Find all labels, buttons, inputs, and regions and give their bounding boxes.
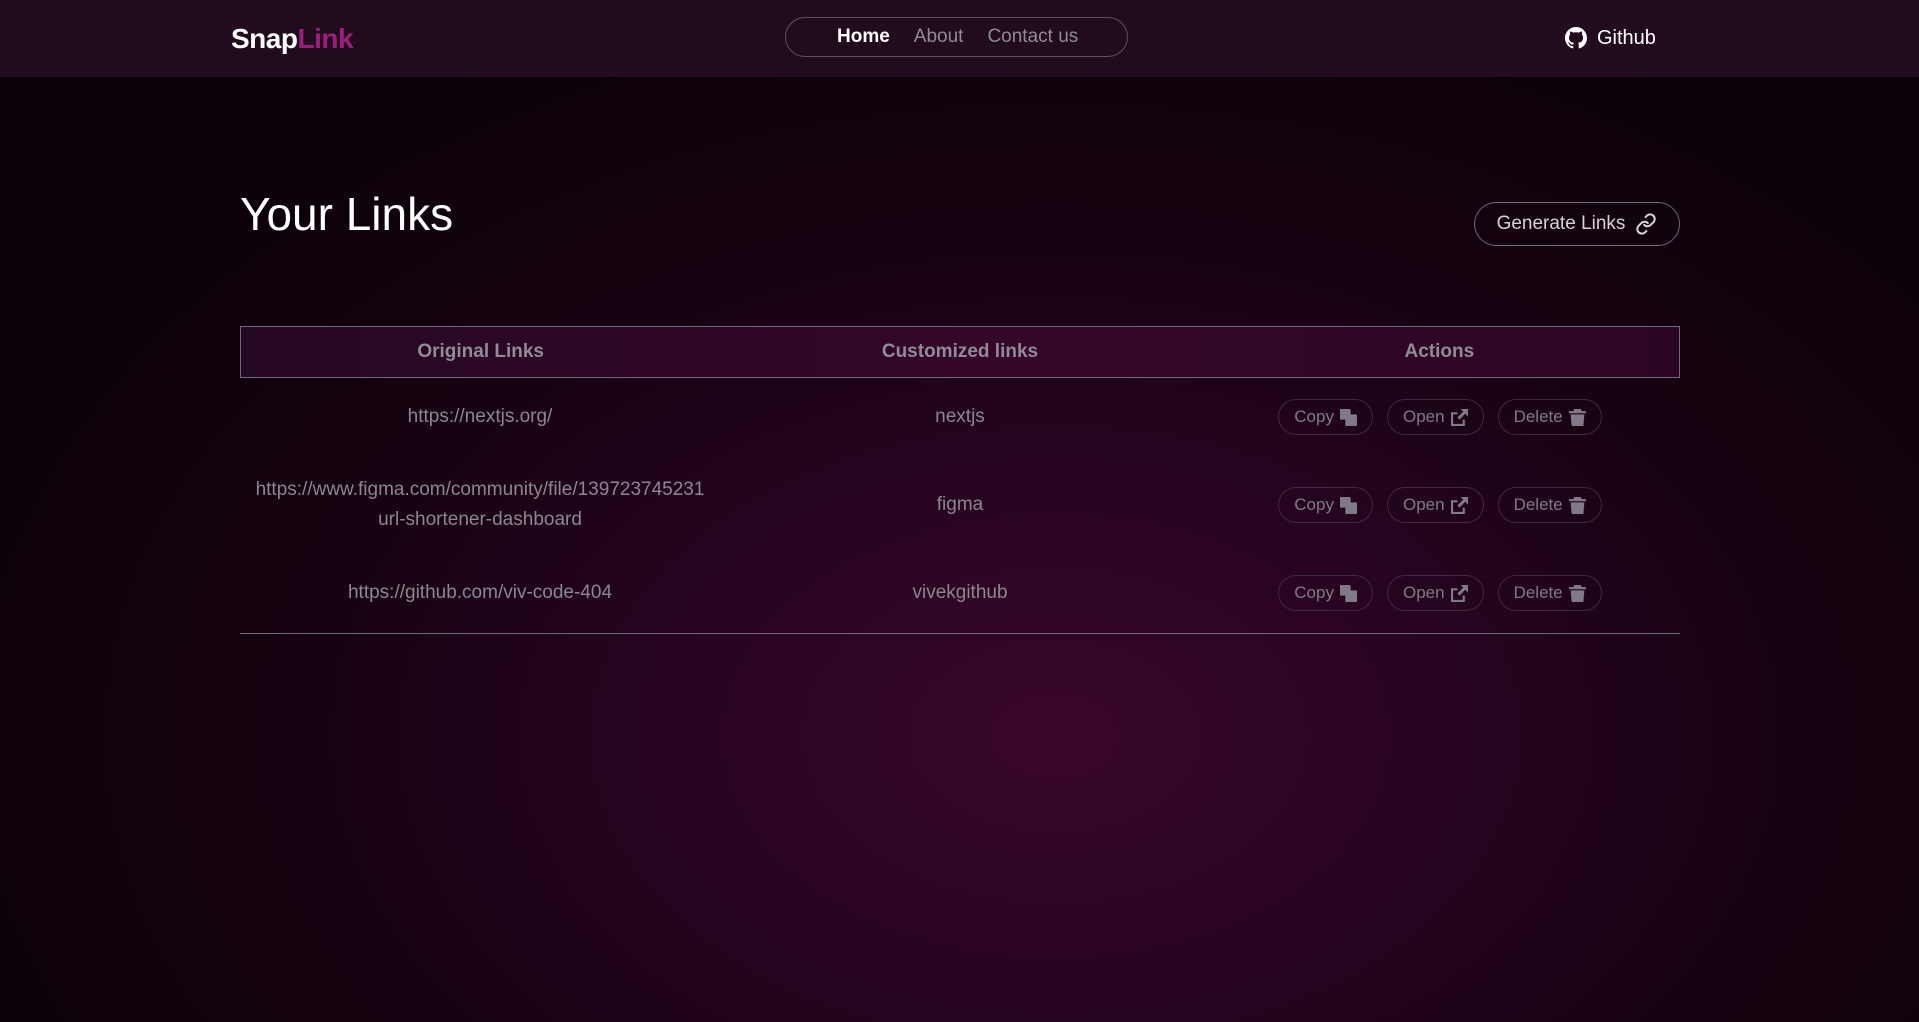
nav-about[interactable]: About [914,26,964,48]
open-button[interactable]: Open [1386,487,1484,523]
delete-button[interactable]: Delete [1497,487,1602,523]
delete-button[interactable]: Delete [1497,399,1602,435]
logo[interactable]: SnapLink [231,23,354,55]
original-link[interactable]: https://github.com/viv-code-404 [240,578,720,608]
copy-label: Copy [1294,583,1334,602]
row-actions: Copy Open Delete [1200,399,1680,435]
table-row: https://nextjs.org/ nextjs Copy Open Del… [240,378,1680,456]
original-link[interactable]: https://nextjs.org/ [240,402,720,432]
open-label: Open [1402,583,1445,602]
delete-button[interactable]: Delete [1497,575,1602,611]
link-icon [1636,213,1657,235]
logo-snap: Snap [231,23,298,54]
row-actions: Copy Open Delete [1200,487,1680,523]
open-label: Open [1402,495,1445,514]
copy-button[interactable]: Copy [1278,575,1373,611]
column-header-customized: Customized links [881,341,1039,362]
table-bottom-divider [240,633,1680,634]
trash-icon [1568,496,1586,514]
github-link[interactable]: Github [1565,24,1656,52]
delete-label: Delete [1513,495,1563,514]
table-header: Original Links Customized links Actions [240,326,1680,378]
open-label: Open [1402,407,1445,426]
delete-label: Delete [1513,583,1563,602]
nav-pill: Home About Contact us [785,17,1128,57]
external-link-icon [1450,584,1468,602]
copy-icon [1339,408,1357,426]
row-actions: Copy Open Delete [1200,575,1680,611]
open-button[interactable]: Open [1386,399,1484,435]
custom-link: figma [936,494,984,515]
copy-icon [1339,496,1357,514]
delete-label: Delete [1513,407,1563,426]
copy-label: Copy [1294,495,1334,514]
custom-link: nextjs [935,406,985,427]
original-link[interactable]: https://www.figma.com/community/file/139… [240,475,720,535]
links-table: Original Links Customized links Actions … [240,326,1680,634]
page-title: Your Links [240,188,454,240]
column-header-original: Original Links [417,341,545,362]
table-row: https://www.figma.com/community/file/139… [240,456,1680,554]
external-link-icon [1450,496,1468,514]
column-header-actions: Actions [1404,341,1475,362]
nav-contact[interactable]: Contact us [987,26,1078,48]
copy-button[interactable]: Copy [1278,487,1373,523]
top-navbar: SnapLink Home About Contact us Github [0,0,1919,77]
trash-icon [1568,408,1586,426]
github-label: Github [1597,26,1656,49]
generate-links-button[interactable]: Generate Links [1474,202,1680,246]
table-row: https://github.com/viv-code-404 vivekgit… [240,554,1680,632]
logo-link: Link [297,23,354,54]
original-link-line1: https://www.figma.com/community/file/139… [255,479,705,500]
github-icon [1565,27,1587,49]
copy-button[interactable]: Copy [1278,399,1373,435]
copy-icon [1339,584,1357,602]
open-button[interactable]: Open [1386,575,1484,611]
generate-links-label: Generate Links [1496,213,1626,234]
copy-label: Copy [1294,407,1334,426]
nav-home[interactable]: Home [837,26,890,48]
external-link-icon [1450,408,1468,426]
trash-icon [1568,584,1586,602]
custom-link: vivekgithub [912,582,1008,603]
original-link-line2: url-shortener-dashboard [378,509,582,530]
